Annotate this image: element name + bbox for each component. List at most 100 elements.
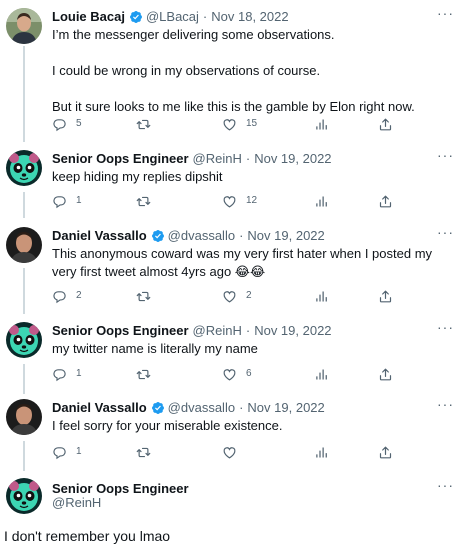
tweet[interactable]: Daniel Vassallo @dvassallo · Nov 19, 202… [0, 397, 467, 461]
verified-badge-icon [151, 401, 165, 415]
tweet-header: Senior Oops Engineer @ReinH · Nov 19, 20… [52, 322, 427, 340]
views-icon [315, 194, 330, 209]
like-button[interactable]: 6 [222, 365, 252, 383]
author-name[interactable]: Daniel Vassallo [52, 399, 147, 417]
reply-icon [52, 445, 67, 460]
heart-icon [222, 289, 237, 304]
like-count: 12 [246, 195, 258, 206]
author-handle[interactable]: @ReinH [52, 494, 101, 512]
views-button[interactable] [315, 443, 330, 461]
share-button[interactable] [378, 287, 393, 305]
reply-button[interactable]: 5 [52, 115, 82, 133]
reply-icon [52, 117, 67, 132]
views-button[interactable] [315, 115, 330, 133]
tweet-text: I feel sorry for your miserable existenc… [52, 418, 283, 433]
tweet-actions: 1 [52, 443, 412, 461]
share-button[interactable] [378, 192, 393, 210]
tweet-date[interactable]: Nov 18, 2022 [211, 8, 288, 26]
avatar[interactable] [6, 150, 42, 186]
heart-icon [222, 367, 237, 382]
author-handle[interactable]: @dvassallo [168, 399, 235, 417]
like-button[interactable]: 2 [222, 287, 252, 305]
retweet-button[interactable] [136, 192, 160, 210]
like-button[interactable] [222, 443, 246, 461]
author-name[interactable]: Senior Oops Engineer [52, 150, 189, 168]
tweet-date[interactable]: Nov 19, 2022 [254, 322, 331, 340]
author-handle[interactable]: @dvassallo [168, 227, 235, 245]
views-button[interactable] [315, 365, 330, 383]
tweet[interactable]: Senior Oops Engineer @ReinH · Nov 19, 20… [0, 148, 467, 210]
author-name[interactable]: Louie Bacaj [52, 8, 125, 26]
like-button[interactable]: 12 [222, 192, 257, 210]
reply-count: 1 [76, 446, 82, 457]
more-options-icon[interactable]: ··· [437, 478, 453, 496]
author-name[interactable]: Daniel Vassallo [52, 227, 147, 245]
views-button[interactable] [315, 287, 330, 305]
views-icon [315, 445, 330, 460]
avatar[interactable] [6, 478, 42, 514]
retweet-button[interactable] [136, 115, 160, 133]
tweet-date[interactable]: Nov 19, 2022 [247, 227, 324, 245]
avatar[interactable] [6, 399, 42, 435]
tweet-text: I’m the messenger delivering some observ… [52, 27, 415, 114]
reply-count: 2 [76, 290, 82, 301]
views-icon [315, 367, 330, 382]
more-options-icon[interactable]: ··· [437, 225, 453, 243]
author-handle[interactable]: @ReinH [193, 322, 242, 340]
share-button[interactable] [378, 443, 393, 461]
heart-icon [222, 445, 237, 460]
more-options-icon[interactable]: ··· [437, 6, 453, 24]
tweet-date[interactable]: Nov 19, 2022 [254, 150, 331, 168]
like-count: 15 [246, 118, 258, 129]
reply-button[interactable]: 1 [52, 192, 82, 210]
tweet-date[interactable]: Nov 19, 2022 [247, 399, 324, 417]
reply-button[interactable]: 1 [52, 443, 82, 461]
author-name[interactable]: Senior Oops Engineer [52, 322, 189, 340]
retweet-icon [136, 194, 151, 209]
share-button[interactable] [378, 365, 393, 383]
separator-dot: · [245, 323, 251, 338]
reply-count: 5 [76, 118, 82, 129]
share-icon [378, 289, 393, 304]
like-count: 2 [246, 290, 252, 301]
share-icon [378, 367, 393, 382]
tweet[interactable]: Senior Oops Engineer @ReinH · Nov 19, 20… [0, 320, 467, 383]
retweet-icon [136, 367, 151, 382]
heart-icon [222, 117, 237, 132]
separator-dot: · [202, 9, 208, 24]
avatar[interactable] [6, 322, 42, 358]
share-button[interactable] [378, 115, 393, 133]
heart-icon [222, 194, 237, 209]
author-handle[interactable]: @ReinH [193, 150, 242, 168]
separator-dot: · [239, 400, 244, 415]
tweet[interactable]: Louie Bacaj @LBacaj · Nov 18, 2022 ··· I… [0, 6, 467, 136]
retweet-button[interactable] [136, 287, 160, 305]
reply-button[interactable]: 2 [52, 287, 82, 305]
retweet-icon [136, 117, 151, 132]
more-options-icon[interactable]: ··· [437, 397, 453, 415]
avatar[interactable] [6, 8, 42, 44]
retweet-button[interactable] [136, 443, 160, 461]
tweet-header: Louie Bacaj @LBacaj · Nov 18, 2022 [52, 8, 427, 26]
tweet-header: Daniel Vassallo @dvassallo · Nov 19, 202… [52, 227, 427, 245]
verified-badge-icon [151, 229, 165, 243]
tweet-actions: 5 15 [52, 115, 412, 133]
reply-icon [52, 367, 67, 382]
share-icon [378, 117, 393, 132]
avatar[interactable] [6, 227, 42, 263]
retweet-icon [136, 445, 151, 460]
retweet-icon [136, 289, 151, 304]
like-button[interactable]: 15 [222, 115, 257, 133]
reply-button[interactable]: 1 [52, 365, 82, 383]
share-icon [378, 194, 393, 209]
reply-icon [52, 194, 67, 209]
views-button[interactable] [315, 192, 330, 210]
more-options-icon[interactable]: ··· [437, 148, 453, 166]
more-options-icon[interactable]: ··· [437, 320, 453, 338]
share-icon [378, 445, 393, 460]
author-handle[interactable]: @LBacaj [146, 8, 199, 26]
focused-tweet[interactable]: Senior Oops Engineer @ReinH ··· I don't … [0, 478, 467, 554]
tweet-header: Senior Oops Engineer @ReinH · Nov 19, 20… [52, 150, 427, 168]
tweet[interactable]: Daniel Vassallo @dvassallo · Nov 19, 202… [0, 225, 467, 307]
retweet-button[interactable] [136, 365, 160, 383]
